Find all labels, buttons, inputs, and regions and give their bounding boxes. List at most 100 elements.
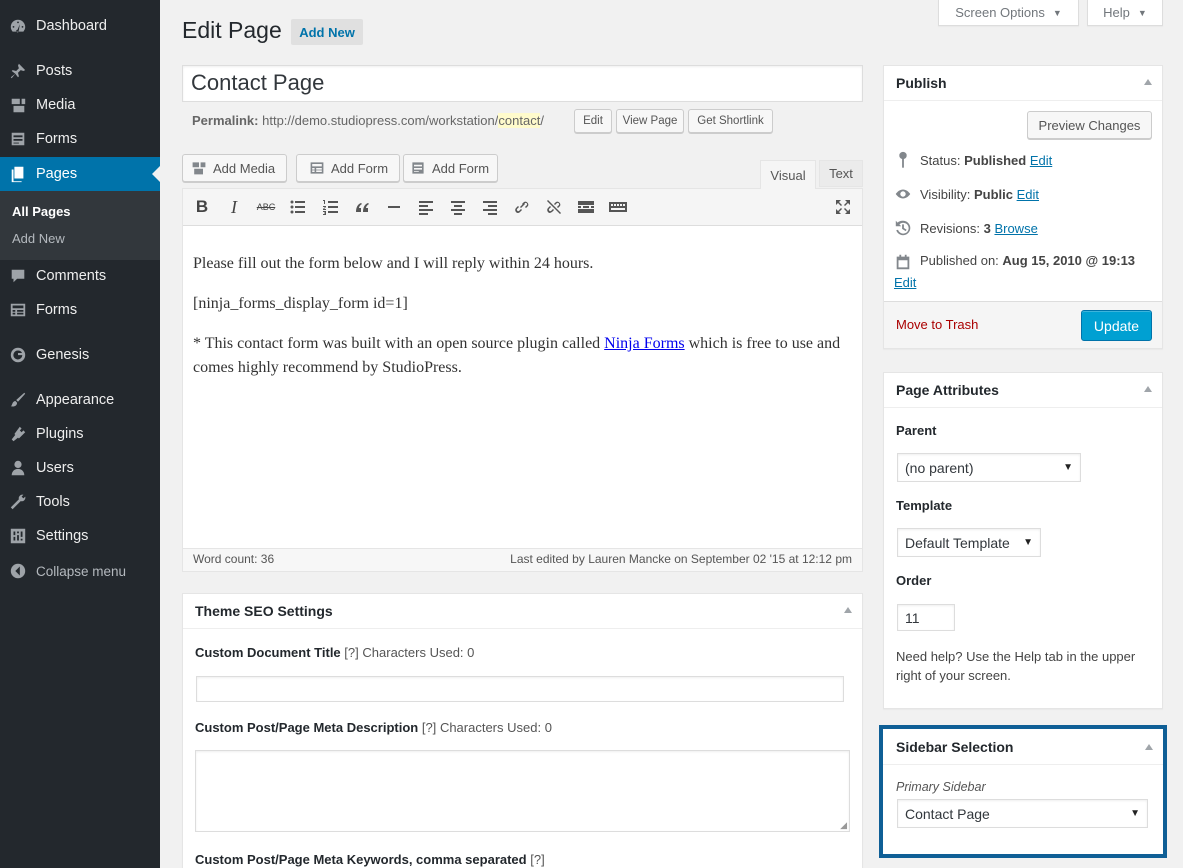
chars-used: Characters Used: 0 (439, 720, 552, 735)
submenu-add-new[interactable]: Add New (12, 231, 65, 246)
sidebar-item-settings[interactable]: Settings (0, 519, 160, 553)
post-title-input[interactable]: Contact Page (182, 65, 863, 102)
bullet-list-icon[interactable] (287, 196, 309, 218)
toolbar-toggle-icon[interactable] (607, 196, 629, 218)
order-value: 11 (905, 609, 920, 626)
brush-icon (9, 391, 27, 409)
collapse-triangle-icon[interactable] (844, 607, 852, 613)
parent-value: (no parent) (905, 459, 974, 476)
theme-seo-title[interactable]: Theme SEO Settings (183, 594, 862, 629)
sidebar-item-comments[interactable]: Comments (0, 259, 160, 293)
update-button[interactable]: Update (1081, 310, 1152, 341)
page-icon (9, 165, 27, 183)
screen-options-tab[interactable]: Screen Options ▼ (938, 0, 1079, 26)
sidebar-item-forms[interactable]: Forms (0, 122, 160, 156)
link-icon[interactable] (511, 196, 533, 218)
edit-status-link[interactable]: Edit (1030, 153, 1052, 168)
meta-desc-row: Custom Post/Page Meta Description [?] Ch… (195, 720, 552, 735)
fullscreen-icon[interactable] (832, 196, 854, 218)
permalink-base: http://demo.studiopress.com/workstation/ (262, 113, 499, 128)
template-select[interactable]: Default Template ▼ (897, 528, 1041, 557)
browse-revisions-link[interactable]: Browse (994, 221, 1037, 236)
edit-visibility-link[interactable]: Edit (1017, 187, 1039, 202)
collapse-triangle-icon[interactable] (1145, 744, 1153, 750)
visibility-value: Public (973, 186, 1013, 202)
sidebar-item-tools[interactable]: Tools (0, 485, 160, 519)
preview-changes-button[interactable]: Preview Changes (1027, 111, 1152, 139)
sidebar-item-genesis[interactable]: Genesis (0, 338, 160, 372)
align-left-icon[interactable] (415, 196, 437, 218)
meta-desc-textarea[interactable]: ◢ (195, 750, 850, 832)
edit-permalink-button[interactable]: Edit (574, 109, 612, 133)
sidebar-item-forms-2[interactable]: Forms (0, 293, 160, 327)
italic-icon[interactable]: I (223, 196, 245, 218)
collapse-menu-button[interactable]: Collapse menu (0, 554, 160, 588)
content-paragraph: * This contact form was built with an op… (193, 332, 853, 380)
sidebar-item-media[interactable]: Media (0, 88, 160, 122)
ninja-forms-link[interactable]: Ninja Forms (604, 335, 684, 352)
sidebar-item-pages[interactable]: Pages (0, 157, 160, 191)
tab-visual[interactable]: Visual (760, 160, 816, 189)
resize-handle-icon[interactable]: ◢ (840, 820, 847, 831)
view-page-button[interactable]: View Page (616, 109, 684, 133)
sidebar-item-plugins[interactable]: Plugins (0, 417, 160, 451)
get-shortlink-button[interactable]: Get Shortlink (688, 109, 773, 133)
media-icon (9, 96, 27, 114)
meta-desc-label: Custom Post/Page Meta Description (195, 720, 419, 735)
page-attributes-title-text: Page Attributes (896, 382, 999, 398)
order-input[interactable]: 11 (897, 604, 955, 631)
numbered-list-icon[interactable] (319, 196, 341, 218)
page-attributes-title[interactable]: Page Attributes (884, 373, 1162, 408)
edit-date-link[interactable]: Edit (894, 275, 916, 290)
align-center-icon[interactable] (447, 196, 469, 218)
add-media-button[interactable]: Add Media (182, 154, 287, 182)
order-label: Order (896, 573, 932, 588)
horizontal-line-icon[interactable] (383, 196, 405, 218)
editor-content[interactable]: Please fill out the form below and I wil… (193, 252, 853, 380)
sidebar-item-appearance[interactable]: Appearance (0, 383, 160, 417)
meta-keywords-row: Custom Post/Page Meta Keywords, comma se… (195, 852, 545, 867)
screen-options-label: Screen Options (955, 5, 1045, 20)
sidebar-item-label: Posts (36, 63, 73, 79)
collapse-triangle-icon[interactable] (1144, 386, 1152, 392)
bold-icon[interactable]: B (191, 196, 213, 218)
publish-title[interactable]: Publish (884, 66, 1162, 101)
revisions-value: 3 (983, 220, 991, 236)
unlink-icon[interactable] (543, 196, 565, 218)
tab-text[interactable]: Text (819, 160, 863, 187)
add-form-button-2[interactable]: Add Form (403, 154, 498, 182)
sidebar-item-label: Plugins (36, 426, 84, 442)
sidebar-item-label: Forms (36, 302, 78, 318)
published-on-row: Published on: Aug 15, 2010 @ 19:13 (894, 253, 1154, 271)
sidebar-item-label: Comments (36, 268, 107, 284)
sidebar-item-posts[interactable]: Posts (0, 54, 160, 88)
sidebar-item-users[interactable]: Users (0, 451, 160, 485)
content-text: * This contact form was built with an op… (193, 335, 605, 352)
help-tab[interactable]: Help ▼ (1087, 0, 1163, 26)
primary-sidebar-select[interactable]: Contact Page ▼ (897, 799, 1148, 828)
doc-title-input[interactable] (196, 676, 844, 702)
sidebar-selection-title-text: Sidebar Selection (896, 739, 1014, 755)
permalink-slug[interactable]: contact (498, 113, 541, 128)
status-row: Status: Published Edit (894, 151, 1052, 169)
add-form-button-1[interactable]: Add Form (296, 154, 400, 182)
help-link[interactable]: [?] (344, 645, 358, 660)
form-icon (9, 301, 27, 319)
sidebar-selection-title[interactable]: Sidebar Selection (883, 729, 1163, 765)
strikethrough-icon[interactable]: ABC (255, 196, 277, 218)
meta-keywords-label: Custom Post/Page Meta Keywords, comma se… (195, 852, 527, 867)
parent-select[interactable]: (no parent) ▼ (897, 453, 1081, 482)
align-right-icon[interactable] (479, 196, 501, 218)
blockquote-icon[interactable] (351, 196, 373, 218)
help-link[interactable]: [?] (530, 852, 544, 867)
eye-icon (895, 189, 911, 199)
add-new-button[interactable]: Add New (291, 19, 363, 45)
submenu-all-pages[interactable]: All Pages (12, 204, 71, 219)
sidebar-item-dashboard[interactable]: Dashboard (0, 9, 160, 43)
help-link[interactable]: [?] (422, 720, 436, 735)
collapse-triangle-icon[interactable] (1144, 79, 1152, 85)
read-more-icon[interactable] (575, 196, 597, 218)
add-form-label: Add Form (331, 160, 389, 176)
permalink-label: Permalink: (192, 113, 259, 128)
move-to-trash-link[interactable]: Move to Trash (896, 317, 978, 332)
